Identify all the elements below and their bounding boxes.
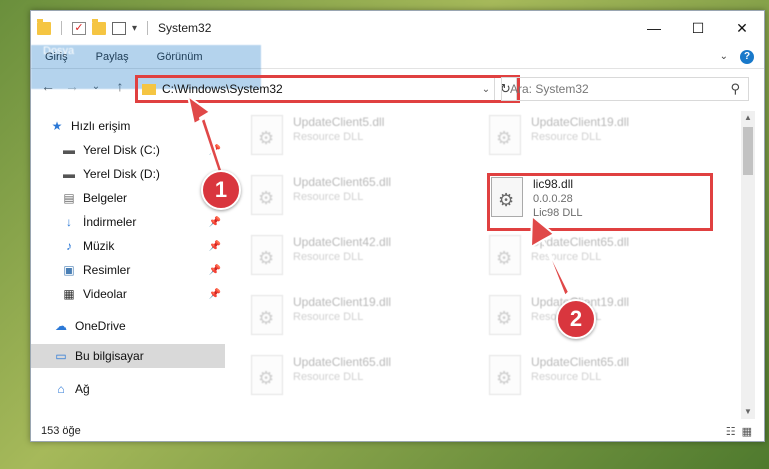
drive-icon: ▬ [63, 143, 75, 157]
ribbon-expand-icon[interactable]: ⌄ [720, 51, 728, 62]
customize-toolbar-icon[interactable] [112, 21, 126, 35]
maximize-button[interactable]: ☐ [676, 11, 720, 45]
ribbon-tabs: Dosya Giriş Paylaş Görünüm ⌄ ? [31, 45, 764, 89]
scroll-up-icon[interactable]: ▲ [741, 111, 755, 125]
sidebar-item-this-pc[interactable]: ▭ Bu bilgisayar [31, 344, 225, 368]
scroll-thumb[interactable] [743, 127, 753, 175]
quick-access-toolbar: ✓ ▾ [37, 18, 152, 35]
file-item[interactable]: ⚙ UpdateClient5.dll Resource DLL [251, 115, 481, 159]
window-controls: — ☐ ✕ [632, 11, 764, 45]
dll-file-icon: ⚙ [251, 115, 283, 155]
dll-file-icon: ⚙ [489, 115, 521, 155]
callout-2-badge: 2 [556, 299, 596, 339]
music-icon: ♪ [66, 239, 72, 253]
scroll-down-icon[interactable]: ▼ [741, 405, 755, 419]
pin-icon[interactable]: 📌 [209, 217, 221, 228]
file-item[interactable]: ⚙ UpdateClient19.dllResource DLL [251, 295, 481, 339]
sidebar-item-network[interactable]: ⌂ Ağ [31, 377, 225, 401]
computer-icon: ▭ [55, 349, 67, 363]
sidebar-item-documents[interactable]: ▤ Belgeler 📌 [31, 186, 225, 210]
documents-icon: ▤ [63, 191, 75, 205]
new-folder-icon[interactable] [92, 18, 106, 35]
sidebar-item-downloads[interactable]: ↓ İndirmeler 📌 [31, 210, 225, 234]
pin-icon[interactable]: 📌 [209, 265, 221, 276]
dll-file-icon: ⚙ [489, 355, 521, 395]
file-item[interactable]: ⚙ UpdateClient65.dll Resource DLL [251, 175, 481, 219]
folder-icon [37, 18, 51, 35]
file-item[interactable]: ⚙ UpdateClient65.dll Resource DLL [251, 355, 481, 399]
dll-file-icon: ⚙ [489, 295, 521, 335]
dll-file-icon: ⚙ [251, 355, 283, 395]
dll-file-icon: ⚙ [489, 235, 521, 275]
drive-icon: ▬ [63, 167, 75, 181]
status-bar: 153 öğe ☷ ▦ [31, 419, 764, 441]
file-item[interactable]: ⚙ UpdateClient42.dll Resource DLL [251, 235, 481, 279]
large-icons-view-icon[interactable]: ▦ [742, 425, 752, 438]
sidebar-item-local-disk-c[interactable]: ▬ Yerel Disk (C:) 📌 [31, 138, 225, 162]
item-count: 153 öğe [41, 425, 81, 437]
file-item[interactable]: ⚙ UpdateClient65.dll Resource DLL [489, 235, 719, 279]
videos-icon: ▦ [63, 287, 75, 301]
explorer-window: ✓ ▾ System32 — ☐ ✕ Dosya Giriş Paylaş Gö… [30, 10, 765, 442]
callout-1-badge: 1 [201, 170, 241, 210]
chevron-down-icon[interactable]: ▾ [132, 23, 137, 34]
address-highlight-box [135, 75, 520, 103]
file-item[interactable]: ⚙ UpdateClient19.dllResource DLL [489, 295, 719, 339]
file-highlight-box [487, 173, 713, 231]
sidebar-item-music[interactable]: ♪ Müzik 📌 [31, 234, 225, 258]
file-item[interactable]: ⚙ UpdateClient19.dllResource DLL [489, 115, 719, 159]
navigation-pane: ★ Hızlı erişim ▬ Yerel Disk (C:) 📌 ▬ Yer… [31, 111, 225, 409]
file-list: ⚙ UpdateClient5.dll Resource DLL ⚙ Update… [225, 111, 741, 409]
download-icon: ↓ [66, 215, 72, 229]
search-input[interactable]: Ara: System32 ⚲ [501, 77, 749, 101]
star-icon: ★ [51, 119, 63, 133]
vertical-scrollbar[interactable]: ▲ ▼ [741, 111, 755, 419]
window-title: System32 [158, 21, 212, 35]
dll-file-icon: ⚙ [251, 235, 283, 275]
pin-icon[interactable]: 📌 [209, 145, 221, 156]
onedrive-icon: ☁ [55, 319, 67, 333]
help-icon[interactable]: ? [740, 49, 754, 64]
details-view-icon[interactable]: ☷ [726, 425, 736, 438]
title-bar: ✓ ▾ System32 — ☐ ✕ [31, 11, 764, 45]
search-placeholder: Ara: System32 [510, 82, 589, 96]
properties-check-icon[interactable]: ✓ [72, 21, 86, 35]
sidebar-item-videos[interactable]: ▦ Videolar 📌 [31, 282, 225, 306]
minimize-button[interactable]: — [632, 11, 676, 45]
network-icon: ⌂ [57, 382, 65, 396]
sidebar-item-onedrive[interactable]: ☁ OneDrive [31, 314, 225, 338]
pin-icon[interactable]: 📌 [209, 289, 221, 300]
dll-file-icon: ⚙ [251, 175, 283, 215]
sidebar-item-pictures[interactable]: ▣ Resimler 📌 [31, 258, 225, 282]
dll-file-icon: ⚙ [251, 295, 283, 335]
close-button[interactable]: ✕ [720, 11, 764, 45]
sidebar-item-quick-access[interactable]: ★ Hızlı erişim [31, 114, 225, 138]
pin-icon[interactable]: 📌 [209, 241, 221, 252]
search-icon: ⚲ [730, 81, 740, 96]
pictures-icon: ▣ [63, 263, 75, 277]
sidebar-item-local-disk-d[interactable]: ▬ Yerel Disk (D:) [31, 162, 225, 186]
file-item[interactable]: ⚙ UpdateClient65.dll Resource DLL [489, 355, 719, 399]
